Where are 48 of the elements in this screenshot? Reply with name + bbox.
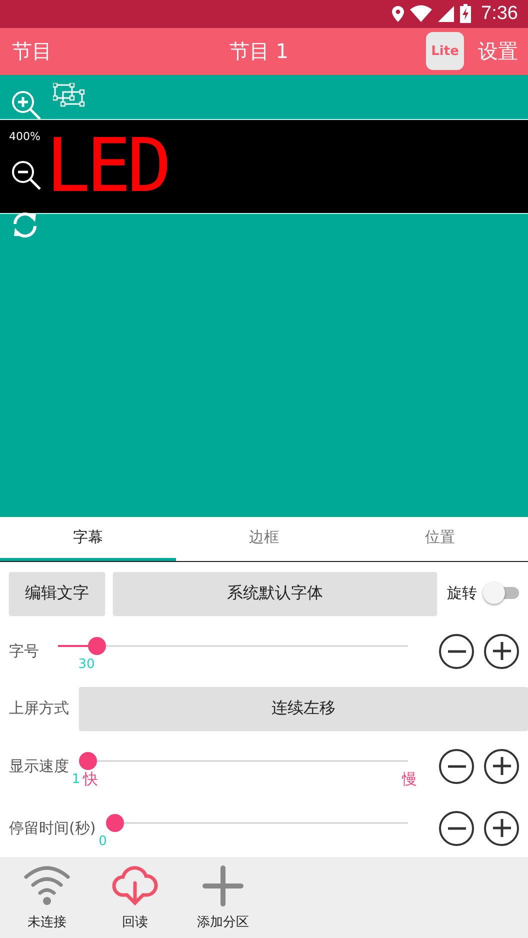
zoom-out-icon[interactable] [10, 158, 42, 191]
select-area-icon[interactable] [53, 82, 85, 107]
setting-label: 显示速度 [9, 756, 69, 776]
nav-button[interactable]: 未连接 [3, 857, 91, 938]
slider-thumb[interactable] [88, 637, 106, 656]
zoom-in-icon[interactable] [10, 88, 42, 121]
zoom-level: 400% [9, 130, 40, 143]
signal-icon [438, 6, 454, 22]
tab[interactable]: 边框 [176, 517, 352, 562]
rotate-toggle[interactable] [483, 582, 519, 604]
plus-button[interactable] [484, 748, 519, 784]
edit-text-button[interactable]: 编辑文字 [9, 572, 105, 615]
wifi-icon [24, 864, 70, 907]
minus-icon [448, 650, 466, 653]
location-icon [392, 6, 404, 22]
slider-value: 30 [78, 657, 95, 672]
setting-label: 字号 [9, 642, 39, 661]
display-mode-button[interactable]: 连续左移 [79, 687, 528, 730]
plus-button[interactable] [484, 634, 519, 669]
tab[interactable]: 位置 [352, 517, 528, 562]
nav-button[interactable]: 添加分区 [179, 857, 267, 938]
minus-button[interactable] [439, 748, 474, 784]
plus-icon [202, 864, 244, 907]
plus-icon [490, 640, 512, 662]
minus-button[interactable] [439, 634, 474, 669]
cloud-download-icon [112, 864, 158, 907]
slider-thumb[interactable] [79, 752, 97, 770]
led-text: LED [46, 129, 168, 204]
rotate-label: 旋转 [447, 584, 477, 603]
battery-icon [460, 4, 472, 24]
wifi-icon [410, 5, 432, 22]
font-button[interactable]: 系统默认字体 [113, 572, 437, 615]
max-label: 慢 [402, 770, 417, 790]
minus-icon [448, 826, 466, 830]
slider-value: 1 [72, 772, 80, 788]
plus-icon [490, 755, 512, 778]
slider-thumb[interactable] [106, 814, 124, 832]
setting-label: 停留时间(秒) [9, 818, 96, 838]
minus-icon [448, 764, 466, 768]
plus-button[interactable] [484, 810, 519, 846]
clock-time: 7:36 [481, 2, 518, 25]
slider-value: 0 [98, 834, 107, 850]
min-label: 快 [83, 770, 98, 790]
minus-button[interactable] [439, 810, 474, 846]
screen-title: 节目 1 [228, 38, 290, 65]
nav-button[interactable]: 回读 [91, 857, 179, 938]
plus-icon [490, 817, 512, 840]
setting-label: 上屏方式 [9, 699, 69, 718]
